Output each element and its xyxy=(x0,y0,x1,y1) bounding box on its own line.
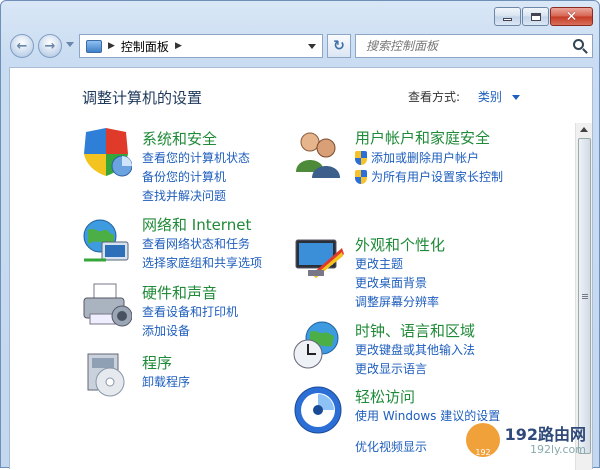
globe-network-icon[interactable] xyxy=(80,216,132,268)
program-box-icon[interactable] xyxy=(80,348,132,400)
view-by-dropdown[interactable]: 类别 xyxy=(478,90,502,104)
watermark-brand: 192路由网 xyxy=(504,425,586,444)
link-display-language[interactable]: 更改显示语言 xyxy=(355,360,475,379)
refresh-button[interactable]: ↻ xyxy=(327,34,351,58)
category-title[interactable]: 轻松访问 xyxy=(355,386,500,407)
forward-arrow-icon: → xyxy=(44,38,56,54)
maximize-button[interactable] xyxy=(522,7,549,26)
link-add-device[interactable]: 添加设备 xyxy=(142,322,238,341)
search-icon[interactable] xyxy=(573,39,584,50)
category-title[interactable]: 外观和个性化 xyxy=(355,234,445,255)
wifi-badge-icon: 192 xyxy=(466,423,500,457)
forward-button[interactable]: → xyxy=(38,34,62,58)
category-title[interactable]: 硬件和声音 xyxy=(142,282,238,303)
category-appearance: 外观和个性化 更改主题 更改桌面背景 调整屏幕分辨率 xyxy=(355,234,445,312)
view-by-label: 查看方式: xyxy=(408,90,461,104)
watermark-logo: 192 192路由网 192ly.com xyxy=(466,421,586,461)
search-input[interactable] xyxy=(366,39,566,53)
category-title[interactable]: 系统和安全 xyxy=(142,128,250,149)
uac-shield-icon xyxy=(355,170,367,184)
link-change-background[interactable]: 更改桌面背景 xyxy=(355,274,445,293)
category-hardware-sound: 硬件和声音 查看设备和打印机 添加设备 xyxy=(142,282,238,341)
watermark-url: 192ly.com xyxy=(530,443,586,456)
caption-buttons: ✕ xyxy=(494,7,593,26)
link-change-theme[interactable]: 更改主题 xyxy=(355,255,445,274)
close-icon: ✕ xyxy=(565,8,578,25)
clock-globe-icon[interactable] xyxy=(292,320,344,372)
breadcrumb-control-panel[interactable]: 控制面板 xyxy=(121,38,169,55)
refresh-icon: ↻ xyxy=(333,38,345,54)
link-backup-computer[interactable]: 备份您的计算机 xyxy=(142,168,250,187)
category-user-accounts: 用户帐户和家庭安全 添加或删除用户帐户 为所有用户设置家长控制 xyxy=(355,128,505,187)
category-system-security: 系统和安全 查看您的计算机状态 备份您的计算机 查找并解决问题 xyxy=(142,128,250,206)
link-change-keyboard[interactable]: 更改键盘或其他输入法 xyxy=(355,341,475,360)
link-label: 添加或删除用户帐户 xyxy=(371,151,480,165)
ease-of-access-icon[interactable] xyxy=(292,384,344,436)
printer-icon[interactable] xyxy=(80,280,132,332)
uac-shield-icon xyxy=(355,151,367,165)
minimize-icon xyxy=(503,18,512,21)
grip-icon xyxy=(582,294,588,295)
link-uninstall-program[interactable]: 卸载程序 xyxy=(142,373,190,392)
back-button[interactable]: ← xyxy=(10,34,34,58)
users-icon[interactable] xyxy=(292,128,344,180)
control-panel-window: ✕ ← → ▶ 控制面板 ▶ ↻ 调整计算机的设置 查看方式: 类别 xyxy=(0,0,600,470)
address-bar[interactable]: ▶ 控制面板 ▶ xyxy=(79,34,323,58)
recent-pages-dropdown[interactable] xyxy=(66,42,74,47)
breadcrumb-separator-icon[interactable]: ▶ xyxy=(108,41,115,51)
maximize-icon xyxy=(530,12,541,21)
navigation-toolbar: ← → ▶ 控制面板 ▶ ↻ xyxy=(9,33,593,59)
category-title[interactable]: 网络和 Internet xyxy=(142,214,262,235)
link-devices-printers[interactable]: 查看设备和打印机 xyxy=(142,303,238,322)
category-programs: 程序 卸载程序 xyxy=(142,352,190,392)
category-clock-language: 时钟、语言和区域 更改键盘或其他输入法 更改显示语言 xyxy=(355,320,475,379)
link-screen-resolution[interactable]: 调整屏幕分辨率 xyxy=(355,293,445,312)
category-title[interactable]: 程序 xyxy=(142,352,190,373)
vertical-scrollbar[interactable] xyxy=(575,123,592,470)
link-troubleshoot[interactable]: 查找并解决问题 xyxy=(142,187,250,206)
view-by-control: 查看方式: 类别 xyxy=(408,88,520,105)
back-arrow-icon: ← xyxy=(16,38,28,54)
link-homegroup-sharing[interactable]: 选择家庭组和共享选项 xyxy=(142,254,262,273)
link-network-status[interactable]: 查看网络状态和任务 xyxy=(142,235,262,254)
control-panel-icon xyxy=(86,39,102,53)
scroll-up-icon[interactable] xyxy=(580,127,588,132)
search-box[interactable] xyxy=(355,34,593,58)
monitor-paint-icon[interactable] xyxy=(292,234,344,286)
category-title[interactable]: 时钟、语言和区域 xyxy=(355,320,475,341)
link-parental-controls[interactable]: 为所有用户设置家长控制 xyxy=(355,168,505,187)
shield-icon[interactable] xyxy=(80,126,132,178)
breadcrumb-separator-icon[interactable]: ▶ xyxy=(175,41,182,51)
category-title[interactable]: 用户帐户和家庭安全 xyxy=(355,128,495,149)
link-label: 为所有用户设置家长控制 xyxy=(371,170,504,184)
link-view-computer-status[interactable]: 查看您的计算机状态 xyxy=(142,149,250,168)
main-content: 调整计算机的设置 查看方式: 类别 系统和安全 查看您的计算机状态 备份您的计算… xyxy=(9,67,593,470)
scroll-thumb[interactable] xyxy=(578,138,591,454)
close-button[interactable]: ✕ xyxy=(550,7,593,26)
category-network-internet: 网络和 Internet 查看网络状态和任务 选择家庭组和共享选项 xyxy=(142,214,262,273)
link-add-remove-users[interactable]: 添加或删除用户帐户 xyxy=(355,149,505,168)
chevron-down-icon[interactable] xyxy=(511,95,520,100)
page-title: 调整计算机的设置 xyxy=(82,89,203,107)
minimize-button[interactable] xyxy=(494,7,521,26)
address-dropdown-icon[interactable] xyxy=(308,44,316,49)
